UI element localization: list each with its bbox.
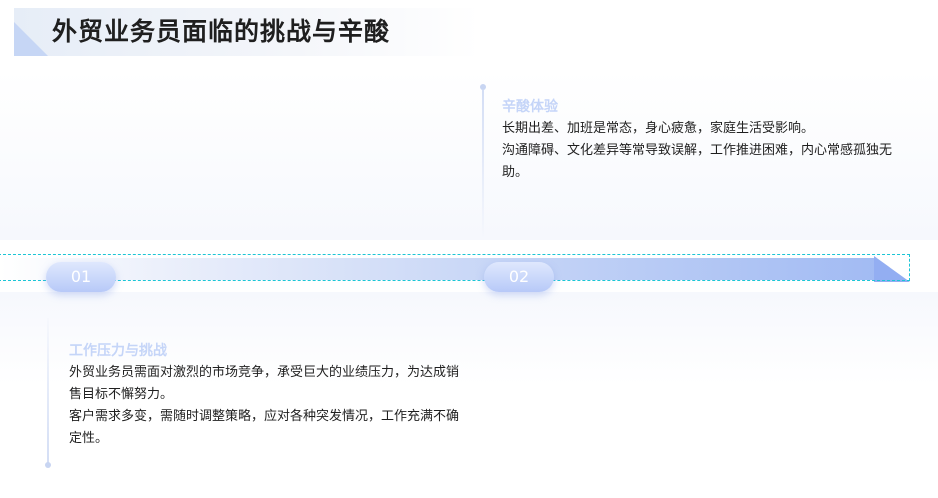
item-line: 客户需求多变，需随时调整策略，应对各种突发情况，工作充满不确定性。 (69, 409, 460, 446)
selection-outline[interactable] (0, 254, 910, 281)
item-body-02: 长期出差、加班是常态，身心疲惫，家庭生活受影响。 沟通障碍、文化差异等常导致误解… (502, 118, 902, 184)
page-title: 外贸业务员面临的挑战与辛酸 (52, 17, 391, 46)
timeline-connector-02 (482, 90, 484, 240)
item-heading-01: 工作压力与挑战 (69, 343, 167, 359)
timeline-pill-01[interactable]: 01 (46, 262, 116, 292)
item-line: 长期出差、加班是常态，身心疲惫，家庭生活受影响。 (502, 121, 815, 136)
timeline-connector-01 (47, 318, 49, 464)
item-line: 沟通障碍、文化差异等常导致误解，工作推进困难，内心常感孤独无助。 (502, 143, 893, 180)
item-line: 外贸业务员需面对激烈的市场竞争，承受巨大的业绩压力，为达成销售目标不懈努力。 (69, 365, 460, 402)
item-heading-02: 辛酸体验 (502, 99, 558, 115)
title-triangle-decoration (14, 22, 48, 56)
timeline-pill-02[interactable]: 02 (484, 262, 554, 292)
item-body-01: 外贸业务员需面对激烈的市场竞争，承受巨大的业绩压力，为达成销售目标不懈努力。 客… (69, 362, 465, 450)
timeline-dot-01 (45, 462, 51, 468)
